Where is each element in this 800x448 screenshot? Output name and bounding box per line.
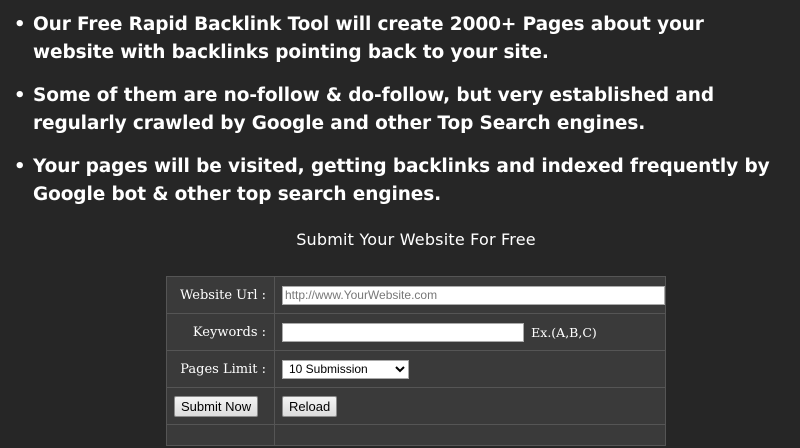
pages-limit-select[interactable]: 10 Submission xyxy=(282,359,409,379)
keywords-label: Keywords : xyxy=(166,313,275,351)
feature-item-text: Your pages will be visited, getting back… xyxy=(33,156,770,205)
keywords-input[interactable] xyxy=(282,322,524,342)
bullet-icon: • xyxy=(14,85,26,106)
keywords-cell: Ex.(A,B,C) xyxy=(274,313,666,351)
feature-item-text: Our Free Rapid Backlink Tool will create… xyxy=(33,14,704,63)
bullet-icon: • xyxy=(14,156,26,177)
cut-off-content xyxy=(380,441,470,448)
feature-item-1: • Our Free Rapid Backlink Tool will crea… xyxy=(14,11,790,67)
submit-now-button[interactable]: Submit Now xyxy=(174,395,259,417)
form-row-website-url: Website Url : xyxy=(166,276,666,314)
form-row-actions: Submit Now Reload xyxy=(166,387,666,425)
form-row-pages-limit: Pages Limit : 10 Submission xyxy=(166,350,666,388)
feature-item-3: • Your pages will be visited, getting ba… xyxy=(14,153,790,209)
bullet-icon: • xyxy=(14,14,26,35)
website-url-cell xyxy=(274,276,666,314)
bottom-cell-right xyxy=(274,424,666,446)
pages-limit-label: Pages Limit : xyxy=(166,350,275,388)
keywords-hint: Ex.(A,B,C) xyxy=(531,324,597,340)
feature-item-2: • Some of them are no-follow & do-follow… xyxy=(14,82,790,138)
website-url-input[interactable] xyxy=(282,285,665,305)
reload-cell: Reload xyxy=(274,387,666,425)
reload-button[interactable]: Reload xyxy=(282,395,338,417)
website-url-label: Website Url : xyxy=(166,276,275,314)
submission-form: Website Url : Keywords : Ex.(A,B,C) Page… xyxy=(166,276,666,446)
submit-cell: Submit Now xyxy=(166,387,275,425)
bottom-cell-left xyxy=(166,424,275,446)
feature-item-text: Some of them are no-follow & do-follow, … xyxy=(33,85,714,134)
form-row-keywords: Keywords : Ex.(A,B,C) xyxy=(166,313,666,351)
pages-limit-cell: 10 Submission xyxy=(274,350,666,388)
form-heading: Submit Your Website For Free xyxy=(296,230,536,249)
